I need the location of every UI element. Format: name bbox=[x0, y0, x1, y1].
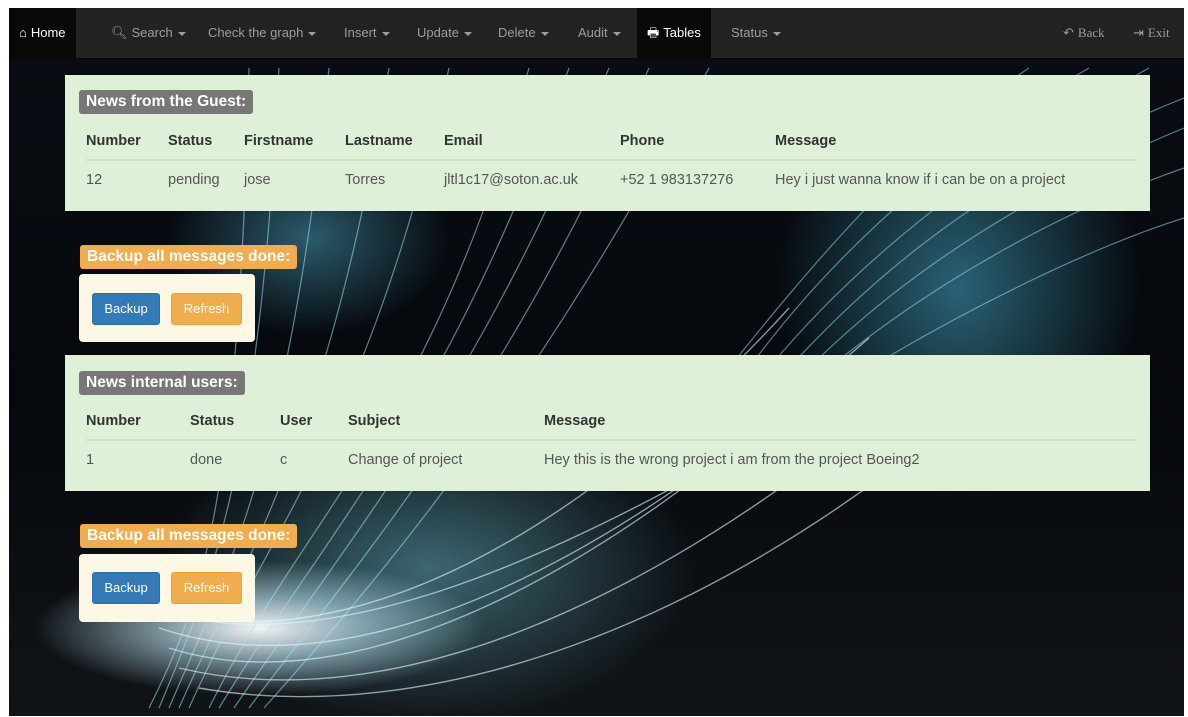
nav-update-dropdown[interactable]: Update bbox=[417, 8, 472, 58]
caret-down-icon bbox=[177, 31, 186, 36]
table-row: 12 pending jose Torres jltl1c17@soton.ac… bbox=[86, 160, 1136, 199]
column-header-number: Number bbox=[86, 403, 190, 441]
cell-number: 1 bbox=[86, 452, 95, 468]
log-out-icon: ↶ bbox=[1063, 25, 1074, 40]
column-header-phone: Phone bbox=[620, 123, 775, 161]
nav-update-label: Update bbox=[417, 25, 459, 40]
top-navbar: ⌂ Home 🔍︎ Search Check the graph Insert Up… bbox=[9, 8, 1184, 59]
guest-news-table: Number Status Firstname Lastname Email P… bbox=[86, 123, 1136, 199]
cell-subject: Change of project bbox=[348, 452, 463, 468]
guest-news-panel: News from the Guest: Number Status First… bbox=[65, 75, 1150, 211]
cell-lastname: Torres bbox=[345, 172, 386, 188]
nav-audit-dropdown[interactable]: Audit bbox=[578, 8, 621, 58]
log-in-icon: ⇥ bbox=[1133, 25, 1144, 40]
column-header-subject: Subject bbox=[348, 403, 544, 441]
cell-number: 12 bbox=[86, 172, 103, 188]
nav-back-label: Back bbox=[1077, 25, 1105, 40]
backup-internal-title: Backup all messages done: bbox=[80, 524, 298, 548]
caret-down-icon bbox=[308, 31, 317, 36]
cell-message: Hey i just wanna know if i can be on a p… bbox=[775, 172, 1066, 188]
backup-guest-title: Backup all messages done: bbox=[80, 245, 298, 269]
table-header-row: Number Status Firstname Lastname Email P… bbox=[86, 123, 1136, 161]
caret-down-icon bbox=[772, 31, 781, 36]
backup-internal-button-box: Backup Refresh bbox=[79, 554, 255, 622]
nav-exit[interactable]: ⇥ Exit bbox=[1133, 8, 1170, 58]
internal-news-panel: News internal users: Number Status User … bbox=[65, 355, 1150, 491]
nav-insert-label: Insert bbox=[344, 25, 377, 40]
cell-phone: +52 1 983137276 bbox=[620, 172, 734, 188]
table-header-row: Number Status User Subject Message bbox=[86, 403, 1136, 441]
column-header-number: Number bbox=[86, 123, 168, 161]
caret-down-icon bbox=[381, 31, 390, 36]
nav-check-graph-dropdown[interactable]: Check the graph bbox=[208, 8, 317, 58]
nav-status-dropdown[interactable]: Status bbox=[731, 8, 781, 58]
backup-guest-button-box: Backup Refresh bbox=[79, 274, 255, 342]
cell-firstname: jose bbox=[244, 172, 271, 188]
column-header-message: Message bbox=[775, 123, 1136, 161]
caret-down-icon bbox=[463, 31, 472, 36]
refresh-button[interactable]: Refresh bbox=[171, 572, 242, 604]
cell-message: Hey this is the wrong project i am from … bbox=[544, 452, 920, 468]
nav-insert-dropdown[interactable]: Insert bbox=[344, 8, 390, 58]
nav-status-label: Status bbox=[731, 25, 768, 40]
internal-news-table: Number Status User Subject Message 1 don… bbox=[86, 403, 1136, 479]
column-header-lastname: Lastname bbox=[345, 123, 444, 161]
nav-back[interactable]: ↶ Back bbox=[1063, 8, 1105, 58]
nav-delete-dropdown[interactable]: Delete bbox=[498, 8, 549, 58]
refresh-button[interactable]: Refresh bbox=[171, 293, 242, 325]
cell-email: jltl1c17@soton.ac.uk bbox=[444, 172, 579, 188]
internal-news-title: News internal users: bbox=[79, 371, 245, 395]
column-header-status: Status bbox=[168, 123, 244, 161]
home-icon: ⌂ bbox=[19, 25, 27, 40]
caret-down-icon bbox=[540, 31, 549, 36]
nav-search-dropdown[interactable]: 🔍︎ Search bbox=[111, 8, 186, 58]
nav-tables[interactable]: 🖶︎ Tables bbox=[637, 8, 711, 58]
column-header-message: Message bbox=[544, 403, 1136, 441]
nav-audit-label: Audit bbox=[578, 25, 608, 40]
nav-search-label: Search bbox=[131, 25, 173, 40]
nav-delete-label: Delete bbox=[498, 25, 536, 40]
search-icon: 🔍︎ bbox=[111, 25, 128, 40]
nav-check-graph-label: Check the graph bbox=[208, 25, 304, 40]
print-icon: 🖶︎ bbox=[647, 25, 660, 40]
nav-home[interactable]: ⌂ Home bbox=[9, 8, 76, 58]
column-header-status: Status bbox=[190, 403, 280, 441]
caret-down-icon bbox=[612, 31, 621, 36]
column-header-email: Email bbox=[444, 123, 620, 161]
column-header-user: User bbox=[280, 403, 348, 441]
backup-button[interactable]: Backup bbox=[92, 293, 160, 325]
guest-news-title: News from the Guest: bbox=[79, 90, 254, 114]
nav-home-label: Home bbox=[30, 25, 66, 40]
cell-status: pending bbox=[168, 172, 220, 188]
table-row: 1 done c Change of project Hey this is t… bbox=[86, 440, 1136, 479]
nav-exit-label: Exit bbox=[1147, 25, 1170, 40]
cell-status: done bbox=[190, 452, 223, 468]
page-frame: ⌂ Home 🔍︎ Search Check the graph Insert Up… bbox=[9, 8, 1184, 716]
cell-user: c bbox=[280, 452, 288, 468]
backup-button[interactable]: Backup bbox=[92, 572, 160, 604]
column-header-firstname: Firstname bbox=[244, 123, 345, 161]
nav-tables-label: Tables bbox=[663, 25, 701, 40]
